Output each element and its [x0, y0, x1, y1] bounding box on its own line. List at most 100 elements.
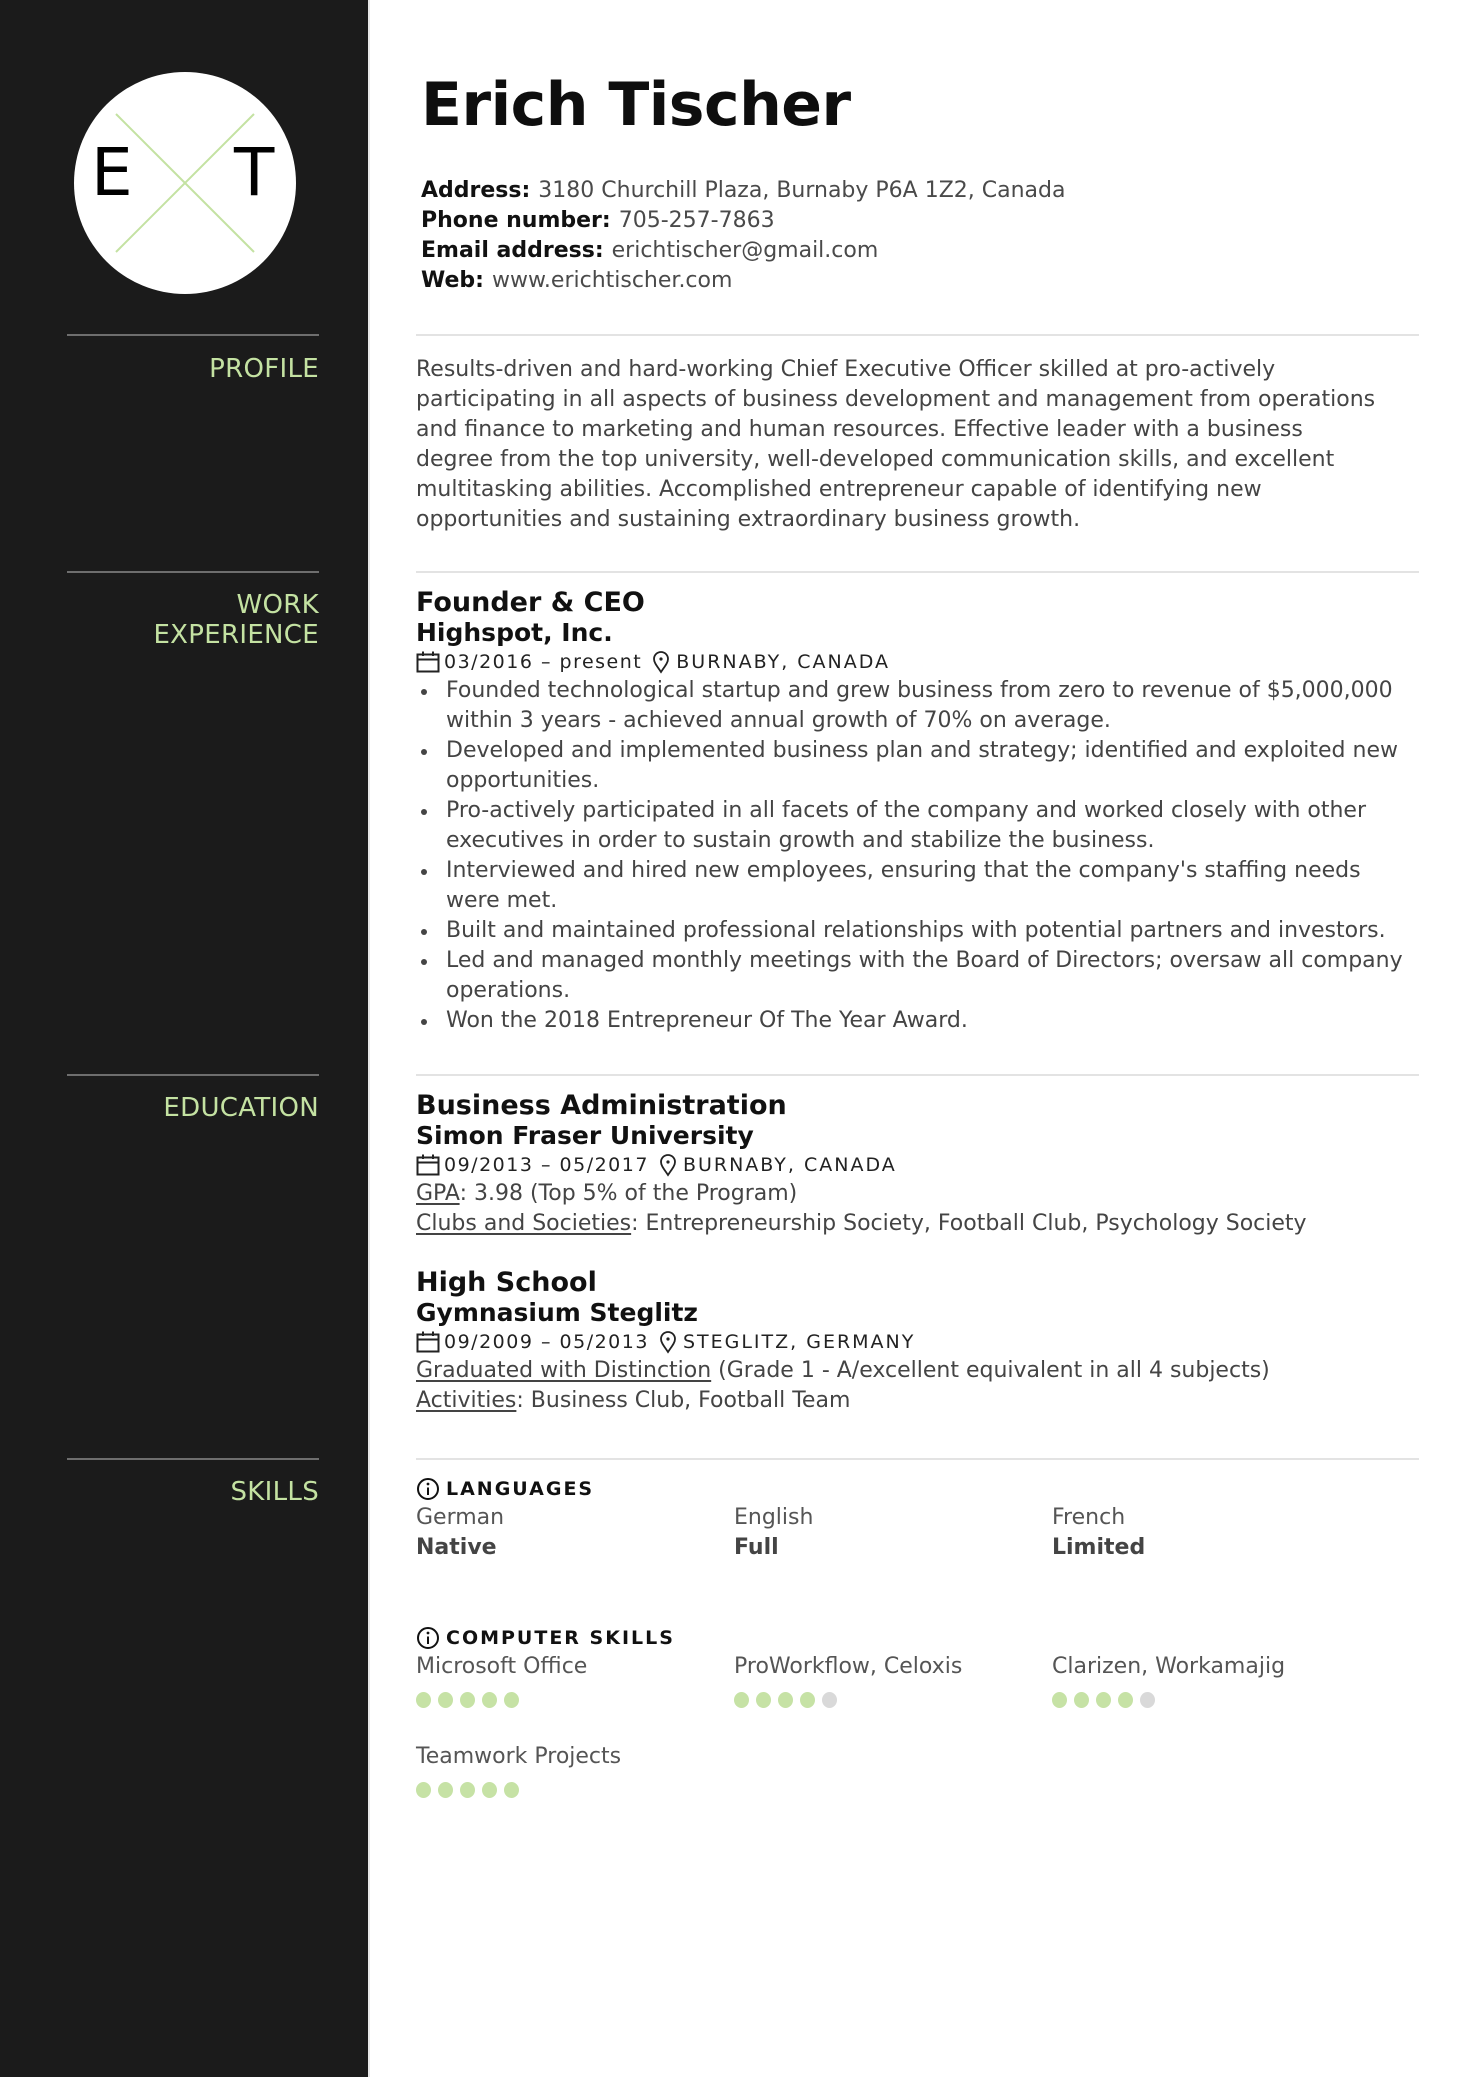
languages-heading-text: LANGUAGES [446, 1478, 595, 1500]
detail-text: (Grade 1 - A/excellent equivalent in all… [711, 1358, 1270, 1383]
detail-text: : Entrepreneurship Society, Football Clu… [631, 1211, 1307, 1236]
contact-label: Address: [421, 178, 531, 203]
rating-dot-empty [822, 1692, 837, 1708]
job-meta: 03/2016 – present BURNABY, CANADA [416, 648, 1416, 676]
skill-rating [1052, 1692, 1370, 1708]
rating-dot-filled [438, 1782, 453, 1798]
website-link[interactable]: www.erichtischer.com [492, 268, 732, 293]
language-name: German [416, 1505, 505, 1530]
computer-skills-heading: COMPUTER SKILLS [416, 1624, 1416, 1652]
sidebar-divider [67, 571, 319, 573]
location-pin-icon [660, 1331, 676, 1354]
rating-dot-filled [778, 1692, 793, 1708]
contact-label: Phone number: [421, 208, 611, 233]
job-title: Founder & CEO [416, 587, 645, 618]
contact-label: Web: [421, 268, 484, 293]
skill-rating [734, 1692, 1052, 1708]
monogram-initial-first: E [91, 134, 133, 211]
languages-heading: LANGUAGES [416, 1475, 1416, 1503]
rating-dot-filled [416, 1692, 431, 1708]
info-icon [417, 1627, 439, 1649]
degree-title: High School [416, 1267, 597, 1298]
achievement-item: Built and maintained professional relati… [416, 916, 1416, 946]
achievement-item: Interviewed and hired new employees, ens… [416, 856, 1416, 916]
language-item: German Native [416, 1503, 734, 1563]
section-label-work-line1: WORK [236, 590, 319, 620]
email-link[interactable]: erichtischer@gmail.com [612, 238, 879, 263]
skill-rating [416, 1782, 734, 1798]
rating-dot-filled [482, 1692, 497, 1708]
detail-text: : 3.98 (Top 5% of the Program) [459, 1181, 798, 1206]
school-name: Simon Fraser University [416, 1121, 754, 1150]
contact-web: Web: www.erichtischer.com [421, 266, 1066, 296]
work-entry: Founder & CEO Highspot, Inc. 03/2016 – p… [416, 587, 1416, 1036]
achievement-item: Pro-actively participated in all facets … [416, 796, 1416, 856]
education-location: STEGLITZ, GERMANY [682, 1331, 916, 1353]
rating-dot-filled [800, 1692, 815, 1708]
skill-rating [416, 1692, 734, 1708]
address-value: 3180 Churchill Plaza, Burnaby P6A 1Z2, C… [538, 178, 1066, 203]
rating-dot-filled [1118, 1692, 1133, 1708]
section-divider [416, 1458, 1419, 1460]
candidate-name: Erich Tischer [421, 70, 851, 140]
rating-dot-filled [438, 1692, 453, 1708]
rating-dot-filled [756, 1692, 771, 1708]
sidebar-divider [67, 334, 319, 336]
job-achievements: Founded technological startup and grew b… [416, 676, 1416, 1036]
contact-address: Address: 3180 Churchill Plaza, Burnaby P6… [421, 176, 1066, 206]
computer-skill-item: Microsoft Office [416, 1652, 734, 1742]
achievement-item: Developed and implemented business plan … [416, 736, 1416, 796]
info-icon [417, 1478, 439, 1500]
rating-dot-filled [460, 1782, 475, 1798]
skill-name: Clarizen, Workamajig [1052, 1654, 1286, 1679]
rating-dot-filled [504, 1782, 519, 1798]
languages-list: German Native English Full French Limite… [416, 1503, 1416, 1563]
calendar-icon [416, 651, 440, 673]
rating-dot-filled [1096, 1692, 1111, 1708]
language-item: English Full [734, 1503, 1052, 1563]
language-level: Native [416, 1535, 497, 1560]
languages-group: LANGUAGES German Native English Full Fre… [416, 1475, 1416, 1563]
language-item: French Limited [1052, 1503, 1370, 1563]
education-meta: 09/2009 – 05/2013 STEGLITZ, GERMANY [416, 1328, 1416, 1356]
rating-dot-filled [482, 1782, 497, 1798]
section-label-work-experience: WORK EXPERIENCE [59, 590, 319, 650]
detail-text: : Business Club, Football Team [516, 1388, 851, 1413]
contact-info: Address: 3180 Churchill Plaza, Burnaby P6… [421, 176, 1066, 296]
contact-phone: Phone number: 705-257-7863 [421, 206, 1066, 236]
rating-dot-filled [416, 1782, 431, 1798]
degree-title: Business Administration [416, 1090, 787, 1121]
rating-dot-empty [1140, 1692, 1155, 1708]
language-level: Full [734, 1535, 779, 1560]
section-divider [416, 334, 1419, 336]
education-dates: 09/2009 – 05/2013 [444, 1331, 649, 1353]
computer-skill-item: Clarizen, Workamajig [1052, 1652, 1370, 1742]
education-detail: Graduated with Distinction (Grade 1 - A/… [416, 1356, 1416, 1386]
language-level: Limited [1052, 1535, 1146, 1560]
skill-name: Teamwork Projects [416, 1744, 622, 1769]
computer-skills-heading-text: COMPUTER SKILLS [446, 1627, 675, 1649]
computer-skills-list: Microsoft Office ProWorkflow, Celoxis Cl… [416, 1652, 1416, 1832]
achievement-item: Won the 2018 Entrepreneur Of The Year Aw… [416, 1006, 1416, 1036]
skill-name: Microsoft Office [416, 1654, 588, 1679]
location-pin-icon [653, 651, 670, 674]
sidebar-divider [67, 1458, 319, 1460]
profile-summary: Results-driven and hard-working Chief Ex… [416, 357, 1376, 532]
rating-dot-filled [460, 1692, 475, 1708]
phone-value[interactable]: 705-257-7863 [619, 208, 775, 233]
skill-name: ProWorkflow, Celoxis [734, 1654, 963, 1679]
rating-dot-filled [1074, 1692, 1089, 1708]
monogram-initial-last: T [234, 134, 275, 211]
achievement-item: Led and managed monthly meetings with th… [416, 946, 1416, 1006]
sidebar-divider [67, 1074, 319, 1076]
rating-dot-filled [504, 1692, 519, 1708]
section-divider [416, 1074, 1419, 1076]
contact-email: Email address: erichtischer@gmail.com [421, 236, 1066, 266]
company-name: Highspot, Inc. [416, 618, 613, 647]
computer-skills-group: COMPUTER SKILLS Microsoft Office ProWork… [416, 1624, 1416, 1832]
detail-label: Activities [416, 1388, 517, 1413]
sidebar [0, 0, 368, 2077]
education-detail: Activities: Business Club, Football Team [416, 1386, 1416, 1416]
language-name: French [1052, 1505, 1126, 1530]
job-dates: 03/2016 – present [444, 651, 643, 673]
